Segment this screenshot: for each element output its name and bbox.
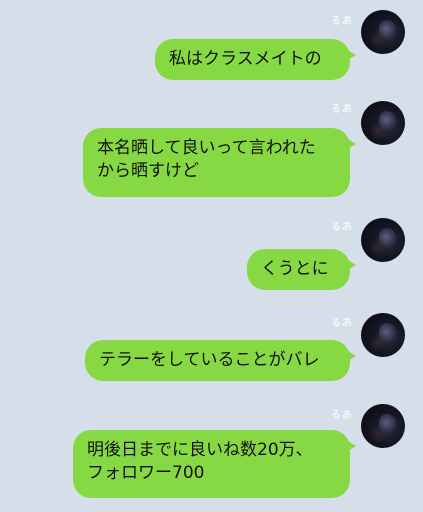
message-line: フォロワー700 — [87, 463, 205, 483]
message-bubble[interactable]: 私はクラスメイトの — [155, 39, 356, 80]
sender-name: るあ — [331, 222, 353, 233]
message-line: 本名晒して良いって言われた — [97, 138, 316, 158]
message-bubble[interactable]: 明後日までに良いね数20万、 フォロワー700 — [73, 430, 356, 498]
sender-avatar[interactable] — [361, 313, 405, 357]
message-bubble[interactable]: 本名晒して良いって言われた から晒すけど — [83, 128, 356, 197]
sender-name: るあ — [331, 16, 353, 27]
message-line: くうとに — [261, 259, 329, 279]
message-bubble[interactable]: くうとに — [247, 249, 356, 290]
sender-name: るあ — [331, 104, 353, 115]
sender-avatar[interactable] — [361, 10, 405, 54]
message-line: 明後日までに良いね数20万、 — [87, 440, 313, 460]
chat-thread: るあ 私はクラスメイトの るあ 本名晒して良いって言われた から晒すけど るあ … — [0, 0, 423, 512]
message-bubble[interactable]: テラーをしていることがバレ — [85, 340, 356, 381]
message-line: 私はクラスメイトの — [169, 49, 322, 69]
sender-name: るあ — [331, 410, 353, 421]
message-line: から晒すけど — [97, 161, 199, 181]
sender-avatar[interactable] — [361, 101, 405, 145]
message-line: テラーをしていることがバレ — [99, 350, 320, 370]
sender-avatar[interactable] — [361, 218, 405, 262]
sender-name: るあ — [331, 318, 353, 329]
sender-avatar[interactable] — [361, 404, 405, 448]
